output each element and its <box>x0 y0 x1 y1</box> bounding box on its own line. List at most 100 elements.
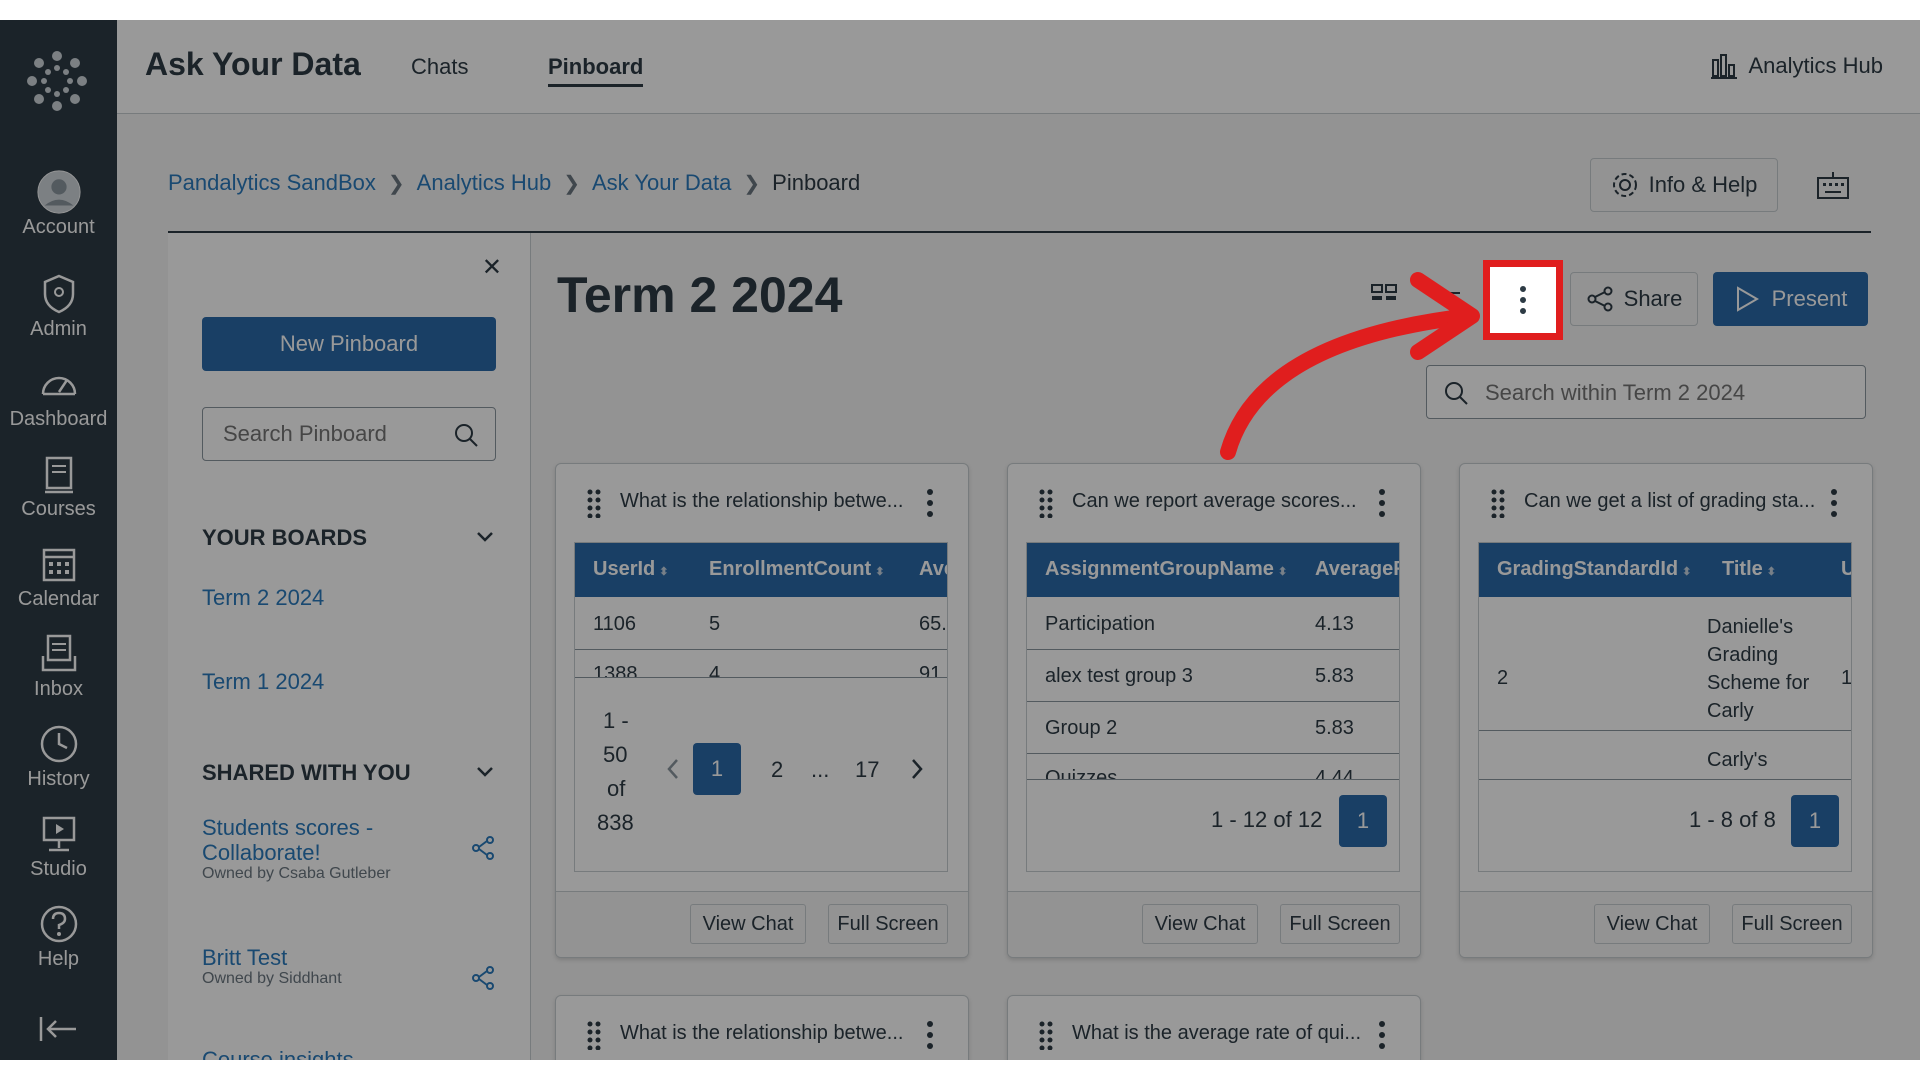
next-page-icon[interactable] <box>909 757 925 781</box>
pinned-card: What is the relationship betwe... UserId… <box>555 463 969 958</box>
nav-account[interactable]: Account <box>0 170 117 256</box>
nav-dashboard[interactable]: Dashboard <box>0 362 117 448</box>
page-button[interactable]: 17 <box>855 757 879 783</box>
table-header: AssignmentGroupName ⬍ AverageF <box>1027 543 1399 597</box>
table-cell: 4.44 <box>1315 767 1354 779</box>
page-ellipsis: ... <box>811 757 830 782</box>
nav-inbox[interactable]: Inbox <box>0 632 117 718</box>
drag-handle-icon[interactable] <box>586 1020 602 1050</box>
column-header[interactable]: UserId ⬍ <box>593 558 668 581</box>
nav-courses[interactable]: Courses <box>0 452 117 538</box>
breadcrumb-current: Pinboard <box>772 170 861 195</box>
pinned-card: What is the relationship betwe... <box>555 995 969 1060</box>
page-button[interactable]: 2 <box>771 757 783 783</box>
column-header[interactable]: U <box>1841 558 1851 581</box>
drag-handle-icon[interactable] <box>1038 488 1054 518</box>
breadcrumb-analytics-hub[interactable]: Analytics Hub <box>417 170 552 196</box>
drag-handle-icon[interactable] <box>1038 1020 1054 1050</box>
search-within-input[interactable] <box>1483 379 1847 407</box>
more-options-icon[interactable] <box>1378 1020 1386 1050</box>
share-button[interactable]: Share <box>1570 272 1698 326</box>
nav-calendar[interactable]: Calendar <box>0 542 117 628</box>
card-title: Can we report average scores... <box>1072 490 1357 512</box>
shared-board-item[interactable]: Course insights <box>202 1047 496 1060</box>
table-cell: Quizzes <box>1045 767 1118 779</box>
nav-help[interactable]: Help <box>0 902 117 988</box>
table-cell: 91.1 <box>919 663 947 677</box>
shared-with-you-heading[interactable]: SHARED WITH YOU <box>202 760 496 786</box>
column-header[interactable]: GradingStandardId ⬍ <box>1497 558 1691 581</box>
card-header: What is the relationship betwe... <box>556 464 968 540</box>
column-header[interactable]: Title ⬍ <box>1722 558 1776 581</box>
view-chat-button[interactable]: View Chat <box>690 904 806 944</box>
table-cell: 65.8 <box>919 613 947 635</box>
pagination-range: 1 - 8 of 8 <box>1689 807 1776 832</box>
more-options-icon[interactable] <box>926 1020 934 1050</box>
close-sidebar-icon[interactable]: ✕ <box>482 253 502 282</box>
shared-board-title[interactable]: Britt Test <box>202 945 402 970</box>
column-header[interactable]: AverageF <box>1315 558 1399 581</box>
canvas-logo-icon[interactable] <box>26 50 88 112</box>
drag-handle-icon[interactable] <box>1490 488 1506 518</box>
search-icon <box>455 424 478 447</box>
breadcrumb-pandalytics[interactable]: Pandalytics SandBox <box>168 170 376 196</box>
pinned-card: What is the average rate of qui... <box>1007 995 1421 1060</box>
page-button-current[interactable]: 1 <box>693 743 741 795</box>
nav-admin[interactable]: Admin <box>0 272 117 358</box>
page-button-current[interactable]: 1 <box>1791 795 1839 847</box>
card-header: What is the average rate of qui... <box>1008 996 1420 1060</box>
your-boards-label: YOUR BOARDS <box>202 525 368 550</box>
shared-board-title[interactable]: Course insights <box>202 1047 402 1060</box>
column-header[interactable]: EnrollmentCount ⬍ <box>709 558 884 581</box>
page-button-current[interactable]: 1 <box>1339 795 1387 847</box>
tab-chats[interactable]: Chats <box>411 54 468 80</box>
new-pinboard-button[interactable]: New Pinboard <box>202 317 496 371</box>
shared-board-title[interactable]: Students scores - Collaborate! <box>202 815 402 865</box>
analytics-hub-label: Analytics Hub <box>1748 53 1883 78</box>
pagination-range: of <box>607 776 626 801</box>
shared-with-you-label: SHARED WITH YOU <box>202 760 411 785</box>
collapse-nav-icon[interactable] <box>38 1014 78 1044</box>
table-cell: Danielle's Grading Scheme for Carly <box>1707 616 1810 722</box>
column-header[interactable]: Ave <box>919 558 947 581</box>
nav-history[interactable]: History <box>0 722 117 808</box>
table-cell: 4 <box>709 663 721 677</box>
search-pinboard-field[interactable] <box>202 407 496 461</box>
breadcrumb-ask-your-data[interactable]: Ask Your Data <box>592 170 731 196</box>
view-chat-button[interactable]: View Chat <box>1142 904 1258 944</box>
info-help-button[interactable]: Info & Help <box>1590 158 1778 212</box>
full-screen-button[interactable]: Full Screen <box>1280 904 1400 944</box>
more-options-icon[interactable] <box>926 488 934 518</box>
table-header: UserId⬍ EnrollmentCount⬍ Ave <box>575 543 947 597</box>
keyboard-icon[interactable] <box>1815 170 1851 202</box>
chevron-down-icon <box>477 532 493 542</box>
view-chat-button[interactable]: View Chat <box>1594 904 1710 944</box>
present-button[interactable]: Present <box>1713 272 1868 326</box>
search-within-field[interactable] <box>1426 365 1866 419</box>
tutorial-arrow-icon <box>1220 272 1480 460</box>
global-nav: Account Admin Dashboard Courses Calendar… <box>0 20 117 1060</box>
pinboard-more-options-button[interactable] <box>1483 260 1563 340</box>
more-options-icon[interactable] <box>1378 488 1386 518</box>
full-screen-button[interactable]: Full Screen <box>1732 904 1852 944</box>
tab-pinboard[interactable]: Pinboard <box>548 54 644 87</box>
full-screen-button[interactable]: Full Screen <box>828 904 948 944</box>
analytics-hub-link[interactable]: Analytics Hub <box>1710 52 1883 80</box>
column-header[interactable]: AssignmentGroupName ⬍ <box>1045 558 1287 581</box>
shared-board-item[interactable]: Students scores - Collaborate! Owned by … <box>202 815 496 883</box>
board-link-term2[interactable]: Term 2 2024 <box>202 585 324 611</box>
pinboard-sidebar: ✕ New Pinboard YOUR BOARDS Term 2 2024 T… <box>168 233 531 1060</box>
table-cell: Participation <box>1045 613 1156 635</box>
card-title: What is the relationship betwe... <box>620 490 904 512</box>
drag-handle-icon[interactable] <box>586 488 602 518</box>
shared-board-item[interactable]: Britt Test Owned by Siddhant <box>202 945 496 990</box>
breadcrumb-chevron-icon: ❯ <box>563 172 580 195</box>
prev-page-icon[interactable] <box>665 757 681 781</box>
your-boards-heading[interactable]: YOUR BOARDS <box>202 525 496 551</box>
courses-icon <box>44 456 73 494</box>
board-link-term1[interactable]: Term 1 2024 <box>202 669 324 695</box>
more-options-icon[interactable] <box>1830 488 1838 518</box>
table-cell: 4.13 <box>1315 613 1354 635</box>
nav-studio[interactable]: Studio <box>0 812 117 898</box>
search-pinboard-input[interactable] <box>221 420 445 448</box>
